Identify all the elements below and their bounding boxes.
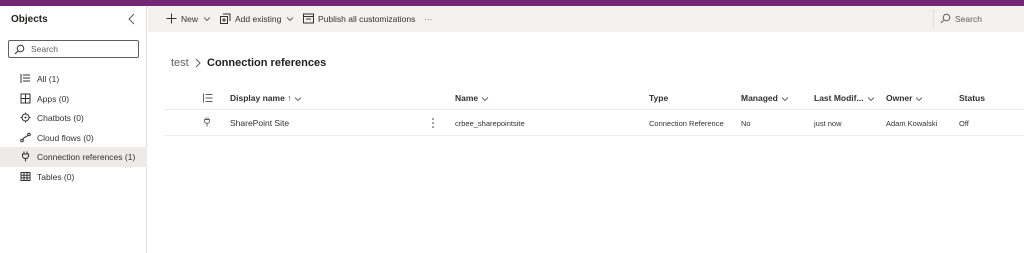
add-existing-icon <box>220 13 231 24</box>
sidebar-item-label: Cloud flows (0) <box>37 132 94 143</box>
plug-icon <box>22 151 29 162</box>
search-icon <box>14 44 25 55</box>
chevron-right-icon <box>195 58 201 68</box>
column-header-status[interactable]: Status <box>959 93 985 103</box>
list-icon <box>20 74 30 83</box>
grid-search-input[interactable]: Search <box>933 9 1024 29</box>
new-button-label: New <box>181 14 199 24</box>
flow-icon <box>20 132 31 142</box>
column-header-label: Owner <box>886 93 913 103</box>
column-header-label: Managed <box>741 93 778 103</box>
chevron-down-icon <box>916 96 923 101</box>
sidebar-item-cloud-flows[interactable]: Cloud flows (0) <box>0 128 147 148</box>
column-header-display-name[interactable]: Display name ↑ <box>230 93 302 103</box>
column-header-last-modified[interactable]: Last Modif... <box>814 93 875 103</box>
publish-button-label: Publish all customizations <box>318 14 416 24</box>
search-icon <box>940 13 951 24</box>
column-header-label: Type <box>649 93 669 103</box>
breadcrumb-solution-link[interactable]: test <box>171 57 189 69</box>
cell-display-name[interactable]: SharePoint Site <box>230 118 289 128</box>
sidebar-item-label: Connection references (1) <box>37 152 136 162</box>
sidebar-item-connection-references[interactable]: Connection references (1) <box>0 147 147 167</box>
plug-icon <box>204 117 210 127</box>
more-icon: ··· <box>424 14 433 24</box>
column-header-label: Status <box>959 93 985 103</box>
column-header-label: Display name ↑ <box>230 93 292 103</box>
sidebar-item-tables[interactable]: Tables (0) <box>0 167 147 187</box>
cell-owner: Adam Kowalski <box>886 119 938 128</box>
objects-panel: Objects Search All (1) Apps (0) Chatbots… <box>0 6 147 253</box>
add-existing-button-label: Add existing <box>235 14 282 24</box>
cell-type: Connection Reference <box>649 119 724 128</box>
more-vertical-icon[interactable] <box>430 117 436 129</box>
chevron-down-icon <box>295 96 302 101</box>
objects-panel-header: Objects <box>0 6 147 34</box>
grid-search-placeholder: Search <box>955 14 982 24</box>
objects-search-placeholder: Search <box>31 44 58 54</box>
chevron-down-icon <box>867 96 874 101</box>
sidebar-item-apps[interactable]: Apps (0) <box>0 89 147 109</box>
column-header-name[interactable]: Name <box>455 93 489 103</box>
command-bar: New Add existing Publish all customizati… <box>148 6 1024 32</box>
column-header-managed[interactable]: Managed <box>741 93 789 103</box>
cell-managed: No <box>741 119 751 128</box>
new-button[interactable]: New <box>166 6 212 32</box>
chevron-down-icon <box>286 17 294 22</box>
chatbot-icon <box>20 112 31 123</box>
column-header-label: Last Modif... <box>814 93 864 103</box>
sidebar-item-label: Apps (0) <box>37 93 70 104</box>
objects-search-input[interactable]: Search <box>8 40 139 58</box>
grid-header: Display name ↑ Name Type Managed Last Mo… <box>164 86 1024 110</box>
publish-all-customizations-button[interactable]: Publish all customizations <box>303 6 415 32</box>
sidebar-item-label: Chatbots (0) <box>37 113 84 123</box>
column-header-owner[interactable]: Owner <box>886 93 923 103</box>
table-row[interactable]: SharePoint Site crbee_sharepointsite Con… <box>164 111 1024 136</box>
select-all-list-icon[interactable] <box>203 93 213 103</box>
cell-name: crbee_sharepointsite <box>455 119 525 128</box>
column-header-type[interactable]: Type <box>649 93 668 103</box>
chevron-down-icon <box>203 17 211 22</box>
table-icon <box>20 171 31 181</box>
collapse-chevron-icon[interactable] <box>126 12 138 26</box>
cell-last-modified: just now <box>814 119 842 128</box>
sidebar-item-chatbots[interactable]: Chatbots (0) <box>0 108 147 128</box>
cell-status: Off <box>959 119 969 128</box>
chevron-down-icon <box>481 96 489 101</box>
objects-panel-title: Objects <box>11 14 48 25</box>
plus-icon <box>166 13 177 24</box>
column-header-label: Name <box>455 93 479 103</box>
publish-icon <box>303 13 314 24</box>
add-existing-button[interactable]: Add existing <box>220 6 296 32</box>
sidebar-item-label: All (1) <box>37 74 60 84</box>
page-title: Connection references <box>207 57 327 69</box>
apps-icon <box>20 93 31 103</box>
sidebar-item-label: Tables (0) <box>37 171 75 182</box>
sidebar-item-all[interactable]: All (1) <box>0 69 147 89</box>
more-commands-button[interactable]: ··· <box>424 6 438 32</box>
objects-list: All (1) Apps (0) Chatbots (0) Cloud flow… <box>0 69 147 186</box>
chevron-down-icon <box>781 96 789 101</box>
